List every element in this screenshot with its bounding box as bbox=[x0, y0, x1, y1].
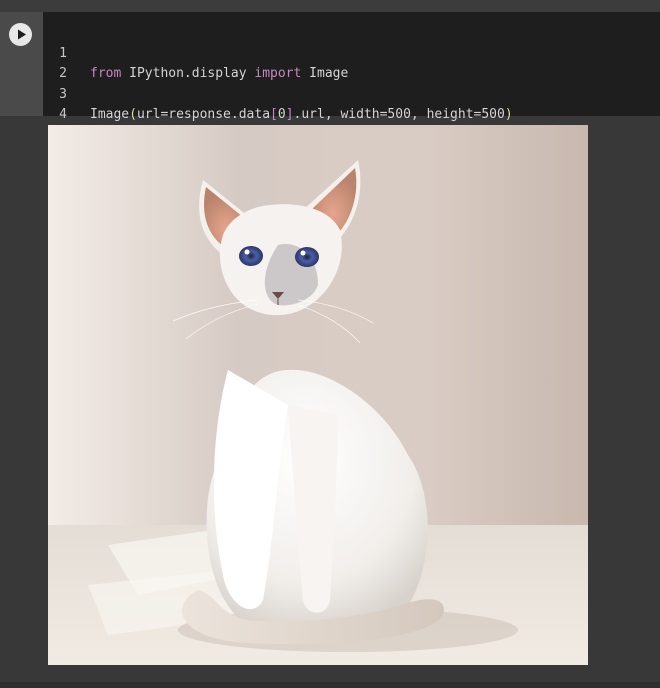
close-bracket: ] bbox=[285, 107, 294, 122]
code-line: 2 bbox=[43, 44, 660, 81]
bottom-strip bbox=[0, 682, 660, 688]
cat-image bbox=[48, 125, 588, 665]
call-name: Image bbox=[90, 107, 130, 122]
cell-output-image bbox=[48, 125, 588, 665]
top-toolbar-strip bbox=[0, 0, 660, 12]
code-cell[interactable]: 1 from IPython.display import Image 2 3 … bbox=[0, 12, 660, 123]
code-line: 1 from IPython.display import Image bbox=[43, 23, 660, 82]
arg-url: url=response.data bbox=[136, 107, 271, 122]
play-icon bbox=[18, 29, 26, 40]
cell-gutter bbox=[0, 12, 43, 116]
code-line: 3 Image(url=response.data[0].url, width=… bbox=[43, 64, 660, 123]
code-editor[interactable]: 1 from IPython.display import Image 2 3 … bbox=[43, 23, 660, 123]
close-paren: ) bbox=[504, 107, 513, 122]
open-bracket: [ bbox=[270, 107, 278, 122]
code-line: 4 bbox=[43, 85, 660, 122]
run-cell-button[interactable] bbox=[9, 23, 32, 46]
line-number: 4 bbox=[59, 107, 67, 122]
open-paren: ( bbox=[129, 107, 137, 122]
index-value: 0 bbox=[277, 107, 286, 122]
arg-rest: .url, width=500, height=500 bbox=[293, 107, 505, 122]
